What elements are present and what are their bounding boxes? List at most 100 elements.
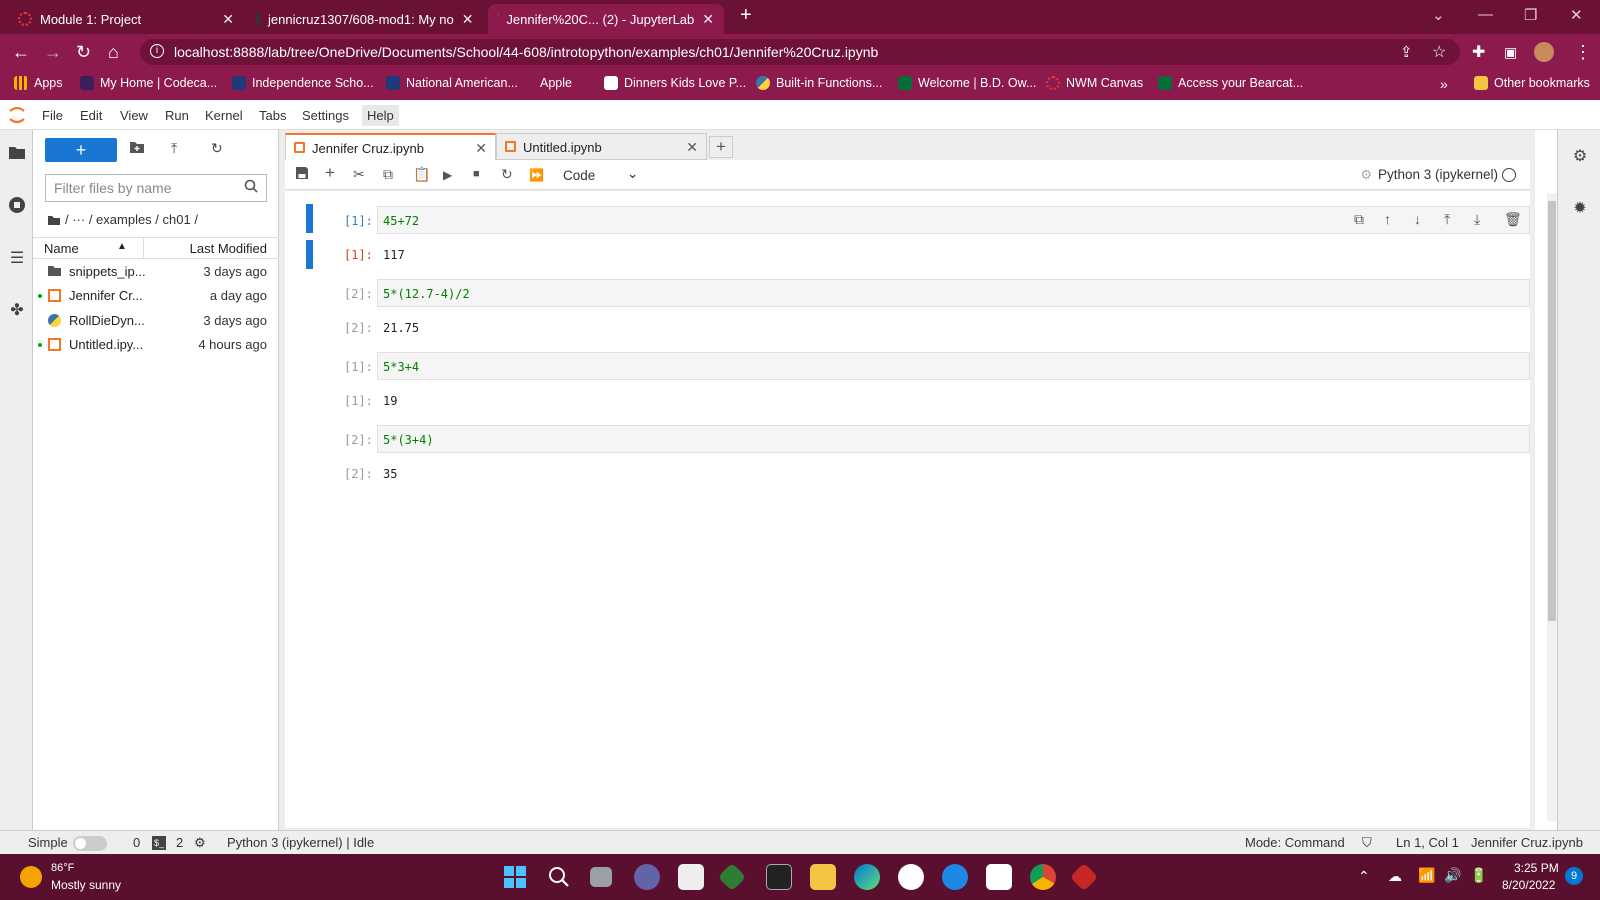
move-up-icon[interactable]: ↑ — [1384, 211, 1391, 227]
browser-tab-1[interactable]: Module 1: Project ✕ — [8, 4, 244, 34]
weather-icon[interactable] — [20, 866, 42, 888]
microsoft-store-icon[interactable] — [986, 864, 1012, 890]
save-icon[interactable] — [295, 166, 309, 183]
insert-above-icon[interactable]: ⤒ — [1444, 211, 1450, 228]
onedrive-icon[interactable]: ☁ — [1388, 868, 1402, 885]
file-row[interactable]: snippets_ip... 3 days ago — [33, 261, 279, 283]
kernel-status-text[interactable]: Python 3 (ipykernel) | Idle — [227, 835, 374, 850]
jupyter-app-icon[interactable] — [678, 864, 704, 890]
debugger-icon[interactable]: ✹ — [1570, 198, 1590, 218]
scrollbar-thumb[interactable] — [1548, 201, 1556, 621]
file-row[interactable]: Jennifer Cr... a day ago — [33, 285, 279, 307]
profile-avatar[interactable] — [1534, 42, 1554, 62]
new-tab-button[interactable]: + — [740, 4, 752, 27]
bookmark-builtin-functions[interactable]: Built-in Functions... — [756, 76, 882, 90]
kernel-name[interactable]: Python 3 (ipykernel) — [1378, 167, 1498, 182]
home-icon[interactable]: ⌂ — [108, 42, 119, 63]
close-window-button[interactable]: ✕ — [1570, 6, 1583, 24]
bookmark-star-icon[interactable]: ☆ — [1432, 42, 1446, 62]
menu-edit[interactable]: Edit — [80, 108, 102, 123]
tab-search-icon[interactable]: ⌄ — [1432, 6, 1445, 24]
show-hidden-icons[interactable]: ⌃ — [1358, 868, 1370, 885]
refresh-icon[interactable]: ↻ — [211, 140, 223, 157]
file-row[interactable]: Untitled.ipy... 4 hours ago — [33, 334, 279, 356]
menu-view[interactable]: View — [120, 108, 148, 123]
trusted-shield-icon[interactable]: ⛉ — [1362, 835, 1372, 851]
paste-icon[interactable]: 📋 — [413, 166, 430, 183]
menu-tabs[interactable]: Tabs — [259, 108, 286, 123]
output-collapser[interactable] — [306, 240, 313, 269]
interrupt-icon[interactable]: ■ — [473, 168, 480, 180]
menu-run[interactable]: Run — [165, 108, 189, 123]
github-desktop-icon[interactable] — [898, 864, 924, 890]
restart-run-all-icon[interactable]: ⏩ — [529, 168, 544, 182]
new-folder-icon[interactable] — [129, 140, 145, 157]
side-panel-icon[interactable]: ▣ — [1504, 44, 1517, 61]
move-down-icon[interactable]: ↓ — [1414, 211, 1421, 227]
reload-button[interactable]: ↻ — [76, 42, 91, 63]
insert-below-icon[interactable]: ⤓ — [1474, 211, 1480, 228]
file-explorer-icon[interactable] — [810, 864, 836, 890]
git-gui-icon[interactable] — [1069, 862, 1099, 892]
bookmark-dinners[interactable]: Dinners Kids Love P... — [604, 76, 746, 90]
bookmark-nwm-canvas[interactable]: NWM Canvas — [1046, 76, 1143, 90]
cursor-position[interactable]: Ln 1, Col 1 — [1396, 835, 1459, 850]
share-icon[interactable]: ⇪ — [1400, 43, 1413, 61]
restore-button[interactable]: ❐ — [1524, 6, 1537, 24]
back-button[interactable]: ← — [12, 42, 30, 63]
restart-kernel-icon[interactable]: ↻ — [501, 166, 513, 183]
bookmark-apple[interactable]: Apple — [534, 76, 572, 90]
filter-files-input[interactable]: Filter files by name — [45, 174, 267, 202]
extension-manager-icon[interactable]: ✤ — [7, 300, 27, 320]
cut-icon[interactable]: ✂ — [353, 166, 365, 183]
wifi-icon[interactable]: 📶 — [1418, 867, 1435, 884]
new-launcher-button[interactable]: + — [45, 138, 117, 162]
menu-help[interactable]: Help — [362, 105, 399, 126]
close-tab-icon[interactable]: ✕ — [686, 139, 698, 156]
task-view-icon[interactable] — [590, 867, 612, 887]
git-app-icon[interactable] — [717, 862, 747, 892]
volume-icon[interactable]: 🔊 — [1444, 867, 1461, 884]
chrome-browser-icon[interactable] — [1030, 864, 1056, 890]
bookmark-national-american[interactable]: National American... — [386, 76, 518, 90]
clock-date[interactable]: 8/20/2022 — [1502, 878, 1555, 892]
start-menu-icon[interactable] — [502, 864, 528, 890]
terminal-count[interactable]: 0 — [133, 835, 140, 850]
help-app-icon[interactable] — [942, 864, 968, 890]
code-input[interactable]: 5*3+4 — [377, 352, 1530, 380]
property-inspector-icon[interactable]: ⚙ — [1570, 146, 1590, 166]
tab-jennifer-cruz-notebook[interactable]: Jennifer Cruz.ipynb ✕ — [285, 133, 496, 160]
browser-tab-3[interactable]: Jennifer%20C... (2) - JupyterLab ✕ — [488, 4, 724, 34]
insert-cell-icon[interactable]: + — [325, 163, 335, 183]
bookmark-welcome[interactable]: Welcome | B.D. Ow... — [898, 76, 1036, 90]
bookmark-codecademy[interactable]: My Home | Codeca... — [80, 76, 217, 90]
search-taskbar-icon[interactable] — [546, 864, 572, 890]
teams-chat-icon[interactable] — [634, 864, 660, 890]
battery-icon[interactable]: 🔋 — [1470, 867, 1487, 884]
menu-kernel[interactable]: Kernel — [205, 108, 243, 123]
run-icon[interactable]: ▶ — [443, 168, 452, 182]
terminal-app-icon[interactable] — [766, 864, 792, 890]
clock-time[interactable]: 3:25 PM — [1514, 861, 1559, 875]
column-name[interactable]: Name — [44, 241, 79, 256]
copy-icon[interactable]: ⧉ — [383, 166, 393, 183]
notification-badge[interactable]: 9 — [1565, 867, 1583, 885]
column-last-modified[interactable]: Last Modified — [190, 241, 267, 256]
bookmark-independence[interactable]: Independence Scho... — [232, 76, 374, 90]
menu-settings[interactable]: Settings — [302, 108, 349, 123]
close-tab-icon[interactable]: ✕ — [222, 11, 234, 28]
upload-icon[interactable]: ⤒ — [171, 140, 177, 157]
kernel-settings-icon[interactable]: ⚙ — [1360, 167, 1372, 183]
kernel-count[interactable]: 2 — [176, 835, 183, 850]
browser-menu-icon[interactable]: ⋮ — [1574, 42, 1592, 63]
other-bookmarks-button[interactable]: Other bookmarks — [1474, 76, 1590, 90]
forward-button[interactable]: → — [44, 42, 62, 63]
breadcrumb[interactable]: / ··· / examples / ch01 / — [47, 212, 198, 229]
file-browser-icon[interactable] — [7, 144, 27, 164]
url-field[interactable]: i localhost:8888/lab/tree/OneDrive/Docum… — [140, 39, 1460, 65]
close-tab-icon[interactable]: ✕ — [462, 11, 474, 28]
notebook-scrollbar[interactable] — [1547, 193, 1557, 821]
browser-tab-2[interactable]: jennicruz1307/608-mod1: My no ✕ — [246, 4, 474, 34]
file-row[interactable]: RollDieDyn... 3 days ago — [33, 310, 279, 332]
input-collapser[interactable] — [306, 204, 313, 233]
